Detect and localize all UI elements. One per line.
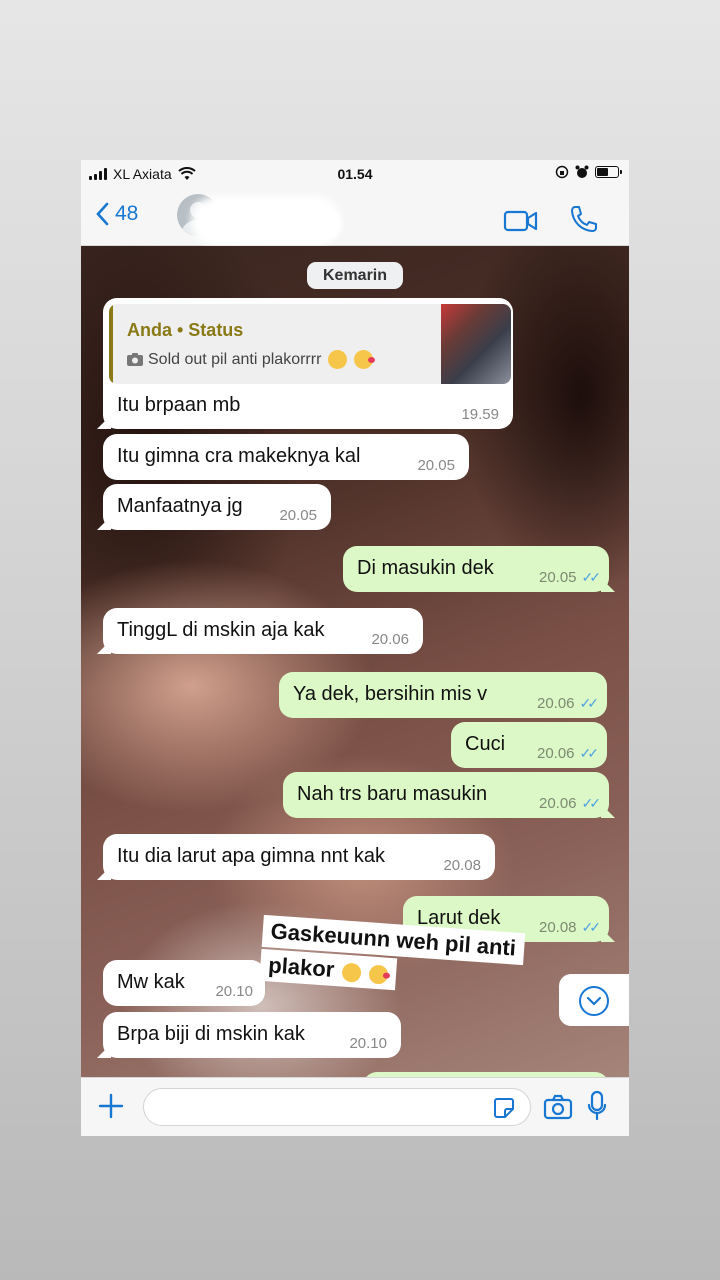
message-text: Itu gimna cra makeknya kal (117, 445, 361, 467)
message-input[interactable] (143, 1088, 531, 1126)
message-bubble[interactable]: Mw kak 20.10 (103, 960, 265, 1006)
read-ticks-icon: ✓✓ (581, 919, 602, 935)
message-text: Mw kak (117, 971, 185, 993)
message-time-status: 20.06 ✓✓ (538, 795, 602, 812)
message-time: 20.10 (349, 1035, 387, 1052)
quoted-text-row: Sold out pil anti plakorrrr (127, 350, 376, 369)
message-time-status: 20.06 ✓✓ (536, 745, 600, 762)
message-text: TinggL di mskin aja kak (117, 619, 325, 641)
message-text: Manfaatnya jg (117, 495, 243, 517)
kissing-emoji-icon (368, 964, 389, 985)
unread-count: 48 (115, 202, 139, 225)
chat-header: 48 (81, 188, 629, 246)
message-bubble[interactable]: Manfaatnya jg 20.05 (103, 484, 331, 530)
message-bubble[interactable]: TinggL di mskin aja kak 20.06 (103, 608, 423, 654)
orientation-lock-icon (555, 165, 569, 179)
redacted-contact-name-overlay (231, 208, 341, 240)
chevron-left-icon (96, 202, 109, 226)
sticker-line-2: plakor (267, 952, 336, 982)
message-input-bar (81, 1077, 629, 1136)
message-time: 20.05 (417, 457, 455, 474)
scroll-to-bottom-button[interactable] (559, 974, 629, 1026)
phone-call-icon[interactable] (569, 204, 599, 234)
message-text: Itu dia larut apa gimna nnt kak (117, 845, 385, 867)
message-bubble[interactable]: Itu gimna cra makeknya kal 20.05 (103, 434, 469, 480)
read-ticks-icon: ✓✓ (579, 745, 600, 761)
camera-small-icon (127, 353, 143, 366)
message-bubble[interactable]: Cuci 20.06 ✓✓ (451, 722, 607, 768)
camera-icon[interactable] (543, 1094, 573, 1120)
message-time: 20.08 (443, 857, 481, 874)
message-text: Brpa biji di mskin kak (117, 1023, 305, 1045)
message-text: Di masukin dek (357, 557, 494, 579)
message-time-status: 20.05 ✓✓ (538, 569, 602, 586)
message-time: 20.06 (536, 695, 575, 712)
message-text: Ya dek, bersihin mis v (293, 683, 488, 705)
chevron-down-icon (579, 986, 609, 1016)
laughing-emoji-icon (328, 350, 348, 369)
kissing-emoji-icon (354, 350, 376, 369)
message-time: 20.06 (538, 795, 577, 812)
message-time: 20.10 (215, 983, 253, 1000)
laughing-emoji-icon (341, 962, 362, 983)
message-text: Nah trs baru masukin (297, 783, 488, 805)
sticker-icon[interactable] (492, 1096, 516, 1120)
status-right (555, 165, 622, 179)
message-time: 20.06 (536, 745, 575, 762)
message-time: 20.06 (371, 631, 409, 648)
back-button[interactable]: 48 (95, 202, 138, 226)
message-text: Itu brpaan mb (117, 394, 241, 416)
read-ticks-icon: ✓✓ (581, 569, 602, 585)
status-bar: XL Axiata 01.54 (81, 160, 629, 188)
read-ticks-icon: ✓✓ (581, 795, 602, 811)
read-ticks-icon: ✓✓ (579, 695, 600, 711)
quoted-author: Anda • Status (127, 320, 244, 340)
message-bubble[interactable]: Brpa biji di mskin kak 20.10 (103, 1012, 401, 1058)
message-bubble[interactable]: Ya dek, bersihin mis v 20.06 ✓✓ (279, 672, 607, 718)
message-bubble[interactable]: Anda • Status Sold out pil anti plakorrr… (103, 298, 513, 429)
video-call-icon[interactable] (503, 210, 539, 232)
quoted-status[interactable]: Anda • Status Sold out pil anti plakorrr… (109, 304, 511, 384)
message-time: 20.08 (538, 919, 577, 936)
message-text: Cuci (465, 733, 506, 755)
message-bubble[interactable]: Nah trs baru masukin 20.06 ✓✓ (283, 772, 609, 818)
status-thumbnail[interactable] (441, 304, 511, 384)
message-time: 19.59 (461, 406, 499, 423)
message-time-status: 20.08 ✓✓ (538, 919, 602, 936)
chat-area[interactable]: Kemarin Anda • Status Sold out pil anti … (81, 246, 629, 1077)
sticker-line-2-row: plakor (259, 948, 398, 991)
message-bubble[interactable]: Di masukin dek 20.05 ✓✓ (343, 546, 609, 592)
plus-icon[interactable] (97, 1092, 125, 1125)
quoted-text: Sold out pil anti plakorrrr (148, 350, 322, 368)
alarm-icon (575, 165, 589, 178)
message-time: 20.05 (538, 569, 577, 586)
battery-icon (595, 166, 622, 178)
message-time: 20.05 (279, 507, 317, 524)
message-time-status: 20.06 ✓✓ (536, 695, 600, 712)
message-bubble[interactable]: Itu dia larut apa gimna nnt kak 20.08 (103, 834, 495, 880)
phone-screenshot: XL Axiata 01.54 48 Kemarin Anda • Status… (81, 160, 629, 1136)
microphone-icon[interactable] (587, 1090, 607, 1122)
date-label: Kemarin (307, 262, 403, 289)
clock: 01.54 (337, 166, 373, 182)
